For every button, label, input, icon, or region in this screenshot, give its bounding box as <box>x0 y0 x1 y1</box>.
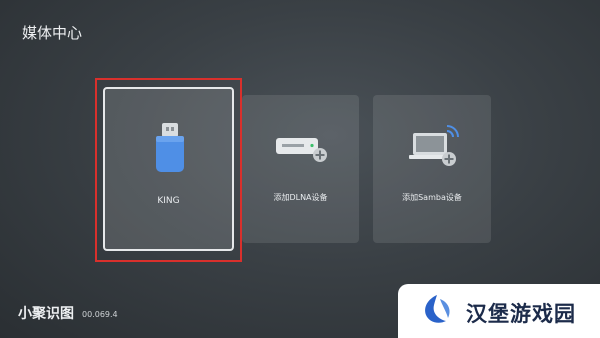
watermark-badge: 汉堡游戏园 <box>398 284 600 338</box>
version-text: 00.069.4 <box>82 310 118 319</box>
device-card-usb[interactable]: KING <box>103 87 234 251</box>
dlna-server-add-icon <box>276 138 327 162</box>
samba-laptop-add-icon <box>409 125 459 166</box>
device-card-add-samba[interactable]: 添加Samba设备 <box>373 95 491 243</box>
device-label-usb: KING <box>157 196 180 206</box>
device-card-add-dlna[interactable]: 添加DLNA设备 <box>242 95 359 243</box>
device-label-dlna: 添加DLNA设备 <box>273 193 328 202</box>
device-label-samba: 添加Samba设备 <box>402 193 462 202</box>
usb-drive-icon <box>156 123 184 172</box>
watermark-logo-icon <box>425 295 450 323</box>
page-title: 媒体中心 <box>22 24 83 42</box>
brand-text: 小聚识图 <box>18 306 74 322</box>
watermark-text: 汉堡游戏园 <box>466 301 576 326</box>
